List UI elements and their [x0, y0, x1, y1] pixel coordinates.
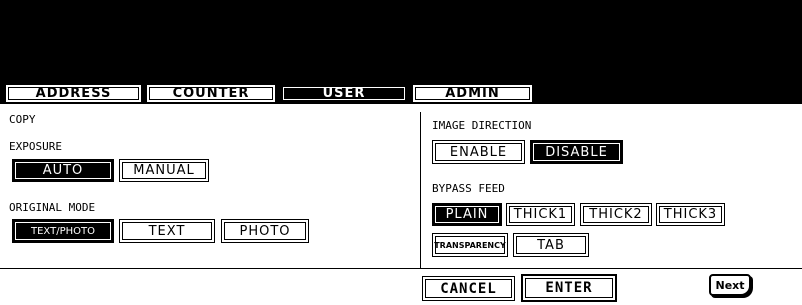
cancel-button[interactable]: CANCEL: [422, 276, 515, 301]
tab-address[interactable]: ADDRESS: [5, 84, 142, 103]
tab-bar: ADDRESS COUNTER USER ADMIN: [0, 82, 802, 104]
bypass-feed-thick2-button[interactable]: THICK2: [580, 203, 652, 226]
bypass-feed-transparency-button[interactable]: TRANSPARENCY: [432, 233, 508, 257]
tab-admin[interactable]: ADMIN: [412, 84, 533, 103]
bypass-feed-thick3-button[interactable]: THICK3: [656, 203, 725, 226]
exposure-label: EXPOSURE: [9, 140, 62, 153]
enter-button[interactable]: ENTER: [521, 274, 617, 302]
bypass-feed-plain-button[interactable]: PLAIN: [432, 203, 502, 226]
tab-user[interactable]: USER: [280, 84, 408, 103]
tab-counter[interactable]: COUNTER: [146, 84, 276, 103]
original-mode-text-photo-button[interactable]: TEXT/PHOTO: [12, 219, 114, 243]
footer-divider: [0, 268, 802, 269]
exposure-manual-button[interactable]: MANUAL: [119, 159, 209, 182]
image-direction-enable-button[interactable]: ENABLE: [432, 140, 525, 164]
original-mode-text-button[interactable]: TEXT: [119, 219, 215, 243]
image-direction-label: IMAGE DIRECTION: [432, 119, 532, 132]
bypass-feed-label: BYPASS FEED: [432, 182, 505, 195]
image-direction-disable-button[interactable]: DISABLE: [530, 140, 623, 164]
panel-divider: [420, 112, 421, 268]
original-mode-photo-button[interactable]: PHOTO: [221, 219, 309, 243]
bypass-feed-thick1-button[interactable]: THICK1: [506, 203, 575, 226]
original-mode-label: ORIGINAL MODE: [9, 201, 96, 214]
display-header-area: [0, 0, 802, 82]
next-page-button[interactable]: Next: [709, 274, 751, 296]
exposure-auto-button[interactable]: AUTO: [12, 159, 114, 182]
bypass-feed-tab-button[interactable]: TAB: [513, 233, 589, 257]
section-title-copy: COPY: [9, 113, 36, 126]
